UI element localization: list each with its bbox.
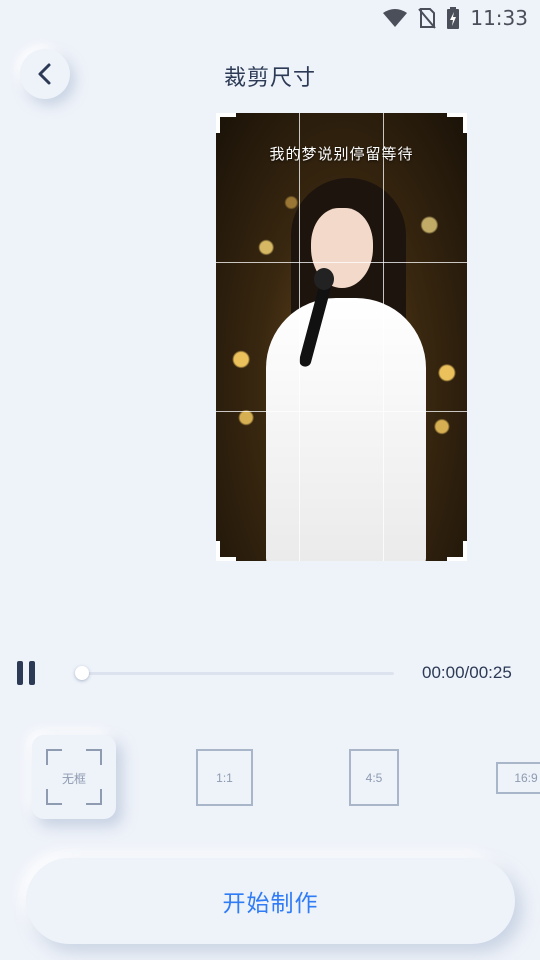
ratio-option-1-1[interactable]: 1:1 (196, 749, 253, 806)
status-icons: 11:33 (382, 6, 528, 30)
ratio-option-4-5[interactable]: 4:5 (349, 749, 399, 806)
preview-figure-dress (266, 298, 426, 561)
ratio-label: 无框 (61, 772, 86, 786)
crop-corner-icon (86, 749, 102, 765)
battery-charging-icon (447, 7, 460, 29)
page-title: 裁剪尺寸 (223, 65, 316, 90)
crop-handle-bottom-right[interactable] (447, 541, 467, 561)
crop-corner-icon (86, 789, 102, 805)
crop-grid-line (216, 411, 467, 412)
crop-grid-line (299, 113, 300, 561)
crop-corner-icon (46, 789, 62, 805)
status-bar: 11:33 (0, 0, 540, 36)
video-preview[interactable]: 我的梦说别停留等待 (216, 113, 467, 561)
ratio-option-16-9[interactable]: 16:9 (496, 762, 540, 794)
preview-lyric: 我的梦说别停留等待 (269, 146, 414, 163)
progress-track[interactable] (82, 672, 394, 675)
start-making-button[interactable]: 开始制作 (26, 858, 515, 944)
preview-microphone-head (314, 268, 334, 290)
ratio-option-none[interactable]: 无框 (32, 735, 116, 819)
crop-handle-top-left[interactable] (216, 113, 236, 133)
no-sim-icon (418, 8, 437, 29)
ratio-label: 16:9 (514, 771, 538, 785)
ratio-label: 4:5 (365, 770, 383, 785)
crop-handle-top-right[interactable] (447, 113, 467, 133)
progress-knob[interactable] (75, 666, 89, 680)
crop-grid-line (216, 262, 467, 263)
time-readout: 00:00/00:25 (422, 663, 512, 682)
crop-handle-bottom-left[interactable] (216, 541, 236, 561)
crop-grid-line (383, 113, 384, 561)
crop-corner-icon (46, 749, 62, 765)
status-time: 11:33 (470, 6, 528, 30)
ratio-label: 1:1 (216, 770, 233, 785)
pause-button[interactable] (16, 661, 38, 685)
wifi-icon (383, 9, 408, 27)
